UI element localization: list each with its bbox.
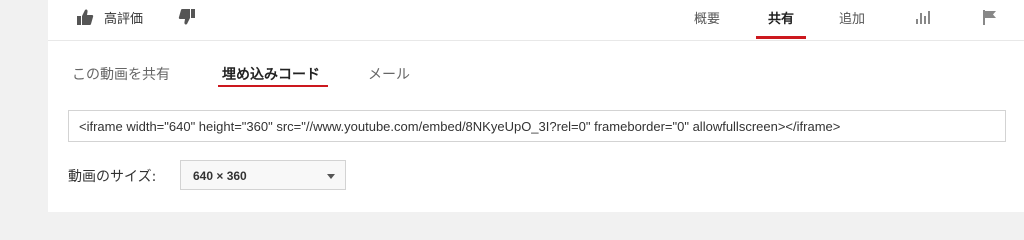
thumbs-down-icon	[178, 8, 196, 26]
tab-add[interactable]: 追加	[839, 8, 865, 27]
share-subtabs: この動画を共有 埋め込みコード メール	[48, 60, 1024, 90]
video-size-label: 動画のサイズ:	[68, 169, 157, 185]
tab-email[interactable]: メール	[368, 64, 410, 84]
tab-share[interactable]: 共有	[768, 8, 794, 27]
video-size-value: 640 × 360	[193, 169, 247, 183]
share-panel: 高評価 概要 共有 追加 この動画を共有 埋め込みコード メール <iframe…	[48, 0, 1024, 212]
tab-stats[interactable]	[916, 10, 932, 24]
action-bar: 高評価 概要 共有 追加	[48, 0, 1024, 41]
chevron-down-icon	[327, 174, 335, 179]
thumbs-up-icon	[76, 8, 94, 26]
stats-icon	[916, 10, 932, 24]
like-button[interactable]: 高評価	[76, 6, 143, 28]
flag-icon	[982, 9, 998, 25]
video-size-select[interactable]: 640 × 360	[180, 160, 346, 190]
dislike-button[interactable]	[178, 6, 196, 28]
embed-code-field[interactable]: <iframe width="640" height="360" src="//…	[68, 110, 1006, 142]
tab-embed-underline	[218, 85, 328, 87]
tab-report[interactable]	[982, 9, 998, 25]
like-label: 高評価	[104, 11, 144, 27]
tab-share-underline	[756, 36, 806, 39]
tab-share-video[interactable]: この動画を共有	[72, 64, 170, 84]
tab-embed-code[interactable]: 埋め込みコード	[222, 64, 320, 84]
tab-overview[interactable]: 概要	[694, 8, 720, 27]
